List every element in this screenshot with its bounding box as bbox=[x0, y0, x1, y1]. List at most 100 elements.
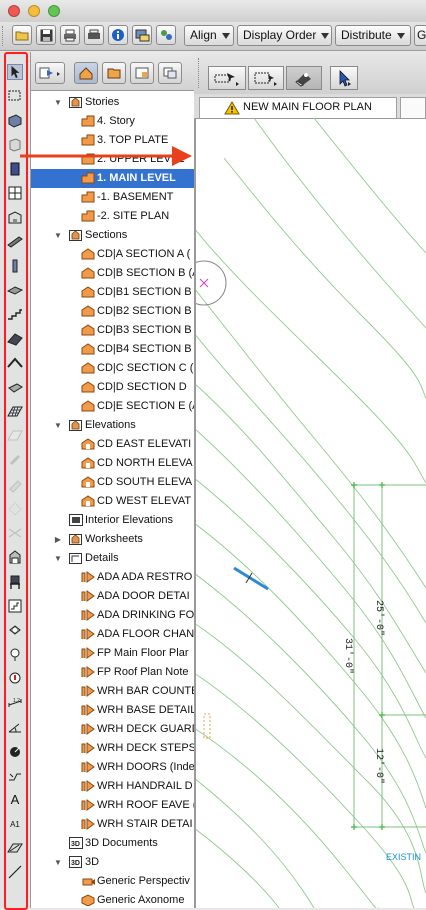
tree-item-row[interactable]: 4. Story bbox=[31, 112, 194, 131]
slab-tool-icon[interactable] bbox=[7, 282, 23, 298]
tree-folder-row[interactable]: ▼ Details bbox=[31, 549, 194, 568]
save-icon[interactable] bbox=[36, 25, 56, 45]
tree-item-row[interactable]: CD|B1 SECTION B bbox=[31, 283, 194, 302]
skylight-tool-icon[interactable] bbox=[7, 452, 23, 468]
curtain-wall-tool-icon[interactable] bbox=[7, 210, 23, 226]
layout-book-tab[interactable] bbox=[130, 62, 154, 84]
morph-tool-icon[interactable] bbox=[7, 380, 23, 396]
tree-item-row[interactable]: Generic Perspectiv bbox=[31, 872, 194, 891]
corner-window-tool-icon[interactable] bbox=[7, 501, 23, 517]
tree-item-row[interactable]: 3. TOP PLATE bbox=[31, 131, 194, 150]
light-tool-icon[interactable] bbox=[7, 647, 23, 663]
arrow-tool-icon[interactable] bbox=[7, 64, 23, 80]
zone-tool-icon[interactable] bbox=[7, 428, 23, 444]
tree-item-row[interactable]: CD|B4 SECTION B bbox=[31, 340, 194, 359]
tab-next[interactable] bbox=[400, 97, 426, 118]
dimension-tool-icon[interactable]: 1.2 bbox=[7, 695, 23, 711]
open-folder-icon[interactable] bbox=[12, 25, 32, 45]
tree-item-row[interactable]: WRH ROOF EAVE ( bbox=[31, 796, 194, 815]
tree-item-row[interactable]: WRH DECK GUARD bbox=[31, 720, 194, 739]
tree-item-row[interactable]: ADA DOOR DETAI bbox=[31, 587, 194, 606]
pet-palette-arrow-icon[interactable] bbox=[330, 66, 358, 90]
lamp-tool-icon[interactable] bbox=[7, 622, 23, 638]
tree-item-row[interactable]: ADA ADA RESTRO bbox=[31, 568, 194, 587]
align-dropdown[interactable]: Align bbox=[184, 25, 234, 46]
navigator-menu-button[interactable] bbox=[35, 62, 65, 84]
tree-item-row[interactable]: CD WEST ELEVAT bbox=[31, 492, 194, 511]
tree-folder-row[interactable]: ▼ Stories bbox=[31, 93, 194, 112]
fill-tool-icon[interactable] bbox=[7, 840, 23, 856]
tree-item-row[interactable]: CD EAST ELEVATI bbox=[31, 435, 194, 454]
radial-dimension-tool-icon[interactable] bbox=[7, 744, 23, 760]
tree-folder-row[interactable]: ▼ Sections bbox=[31, 226, 194, 245]
tree-item-row[interactable]: WRH BAR COUNTE bbox=[31, 682, 194, 701]
pet-palette-pointer-icon[interactable] bbox=[208, 66, 246, 90]
tree-item-row[interactable]: CD|E SECTION E (A bbox=[31, 397, 194, 416]
view-map-tab[interactable] bbox=[102, 62, 126, 84]
tree-item-row[interactable]: 1. MAIN LEVEL bbox=[31, 169, 194, 188]
grid-tool-icon[interactable] bbox=[7, 525, 23, 541]
tree-folder-row[interactable]: ▶ Worksheets bbox=[31, 530, 194, 549]
tree-item-row[interactable]: WRH DOORS (Inde bbox=[31, 758, 194, 777]
tree-item-row[interactable]: WRH STAIR DETAI bbox=[31, 815, 194, 834]
tree-item-row[interactable]: 2. UPPER LEVEL bbox=[31, 150, 194, 169]
shell-tool-icon[interactable] bbox=[7, 355, 23, 371]
wall-end-tool-icon[interactable] bbox=[7, 477, 23, 493]
chair-tool-icon[interactable] bbox=[7, 574, 23, 590]
tree-item-row[interactable]: WRH HANDRAIL D bbox=[31, 777, 194, 796]
toolbar-grip[interactable] bbox=[2, 26, 5, 46]
stair-maker-tool-icon[interactable] bbox=[7, 598, 23, 614]
tree-folder-row[interactable]: ▼ 3D 3D bbox=[31, 853, 194, 872]
level-dimension-tool-icon[interactable] bbox=[7, 768, 23, 784]
tree-item-row[interactable]: CD|A SECTION A ( bbox=[31, 245, 194, 264]
disclosure-expanded-icon[interactable]: ▼ bbox=[53, 93, 63, 112]
tree-item-row[interactable]: ADA DRINKING FO bbox=[31, 606, 194, 625]
tree-item-row[interactable]: -2. SITE PLAN bbox=[31, 207, 194, 226]
distribute-dropdown[interactable]: Distribute bbox=[335, 25, 411, 46]
tree-folder-row[interactable]: ▼ Elevations bbox=[31, 416, 194, 435]
line-tool-icon[interactable] bbox=[7, 864, 23, 880]
tree-item-row[interactable]: -1. BASEMENT bbox=[31, 188, 194, 207]
tree-item-row[interactable]: ADA FLOOR CHAN bbox=[31, 625, 194, 644]
tree-item-row[interactable]: CD|B2 SECTION B bbox=[31, 302, 194, 321]
tree-item-row[interactable]: WRH BASE DETAIL bbox=[31, 701, 194, 720]
tree-item-row[interactable]: CD|C SECTION C ( bbox=[31, 359, 194, 378]
close-window-button[interactable] bbox=[8, 5, 20, 17]
tree-folder-row[interactable]: Interior Elevations bbox=[31, 511, 194, 530]
tree-folder-row[interactable]: 3D 3D Documents bbox=[31, 834, 194, 853]
tree-item-row[interactable]: FP Roof Plan Note bbox=[31, 663, 194, 682]
marquee-tool-icon[interactable] bbox=[7, 88, 23, 104]
label-tool-icon[interactable] bbox=[7, 671, 23, 687]
teamwork-icon[interactable] bbox=[156, 25, 176, 45]
object-tool-icon[interactable] bbox=[7, 549, 23, 565]
text-tool-icon[interactable]: A bbox=[7, 792, 23, 808]
tree-item-row[interactable]: FP Main Floor Plar bbox=[31, 644, 194, 663]
pet-palette-eraser-icon[interactable] bbox=[286, 66, 322, 90]
wall-tool-icon[interactable] bbox=[7, 112, 23, 128]
plot-icon[interactable] bbox=[84, 25, 104, 45]
minimize-window-button[interactable] bbox=[28, 5, 40, 17]
disclosure-collapsed-icon[interactable]: ▶ bbox=[53, 530, 63, 549]
tree-item-row[interactable]: CD NORTH ELEVA bbox=[31, 454, 194, 473]
door-tool-icon[interactable] bbox=[7, 161, 23, 177]
disclosure-expanded-icon[interactable]: ▼ bbox=[53, 853, 63, 872]
info-icon[interactable] bbox=[108, 25, 128, 45]
beam-tool-icon[interactable] bbox=[7, 234, 23, 250]
column-tool-icon[interactable] bbox=[7, 137, 23, 153]
roof-tool-icon[interactable] bbox=[7, 331, 23, 347]
project-map-tab[interactable] bbox=[74, 62, 98, 84]
group-dropdown[interactable]: G bbox=[414, 25, 426, 46]
zoom-window-button[interactable] bbox=[48, 5, 60, 17]
disclosure-expanded-icon[interactable]: ▼ bbox=[53, 549, 63, 568]
palette-grip[interactable] bbox=[198, 58, 201, 88]
pet-palette-marquee-icon[interactable] bbox=[248, 66, 284, 90]
disclosure-expanded-icon[interactable]: ▼ bbox=[53, 416, 63, 435]
tree-item-row[interactable]: CD|B SECTION B (A bbox=[31, 264, 194, 283]
angle-dimension-tool-icon[interactable] bbox=[7, 719, 23, 735]
mesh-tool-icon[interactable] bbox=[7, 404, 23, 420]
tree-item-row[interactable]: CD SOUTH ELEVA bbox=[31, 473, 194, 492]
layout-book-icon[interactable] bbox=[132, 25, 152, 45]
plan-drawing[interactable]: 25'-0" 31'-0" 12'-0" EXISTIN bbox=[194, 118, 426, 908]
display-order-dropdown[interactable]: Display Order bbox=[237, 25, 332, 46]
tab-new-main-floor-plan[interactable]: NEW MAIN FLOOR PLAN bbox=[199, 97, 397, 118]
